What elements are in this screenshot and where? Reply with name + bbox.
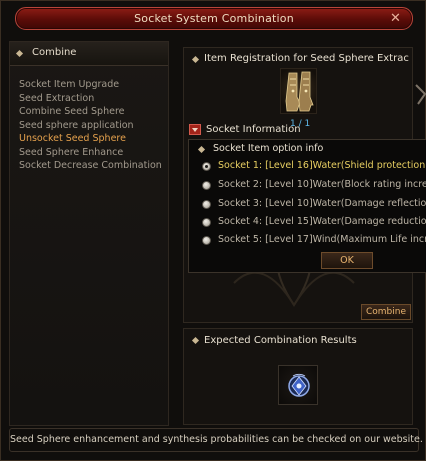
socket-info-toggle[interactable]	[189, 124, 201, 135]
combination-results-title: Expected Combination Results	[204, 335, 357, 346]
radio-button[interactable]	[202, 200, 211, 209]
menu-item-seed-extraction[interactable]: Seed Extraction	[19, 92, 162, 106]
combine-menu-header: Combine	[10, 42, 168, 66]
socket-option-label: Socket 1: [Level 16]Water(Shield protect…	[218, 160, 426, 171]
menu-item-seed-sphere-application[interactable]: Seed sphere application	[19, 119, 162, 133]
seed-sphere-icon	[288, 373, 310, 397]
scroll-arrow-icon	[415, 84, 426, 105]
menu-item-unsocket-seed-sphere[interactable]: Unsocket Seed Sphere	[19, 132, 162, 146]
combine-menu-panel: Combine Socket Item Upgrade Seed Extract…	[9, 41, 169, 426]
socket-option-label: Socket 3: [Level 10]Water(Damage reflect…	[218, 198, 426, 209]
menu-item-socket-item-upgrade[interactable]: Socket Item Upgrade	[19, 78, 162, 92]
socket-option-popup-title: Socket Item option info	[213, 143, 324, 154]
combine-menu-list: Socket Item Upgrade Seed Extraction Comb…	[19, 78, 162, 173]
boots-icon	[285, 71, 314, 112]
menu-item-socket-decrease-combination[interactable]: Socket Decrease Combination	[19, 159, 162, 173]
combination-results-panel: Expected Combination Results	[183, 328, 413, 425]
result-item-slot[interactable]	[278, 365, 318, 405]
socket-combination-window: Socket System Combination ✕ Combine Sock…	[0, 0, 426, 461]
socket-option-label: Socket 2: [Level 10]Water(Block rating i…	[218, 179, 426, 190]
menu-item-seed-sphere-enhance[interactable]: Seed Sphere Enhance	[19, 146, 162, 160]
socket-info-label: Socket Information	[206, 124, 301, 135]
radio-button[interactable]	[202, 181, 211, 190]
title-bar[interactable]: Socket System Combination ✕	[15, 7, 413, 30]
diamond-bullet-icon	[191, 55, 200, 64]
diamond-bullet-icon	[15, 49, 24, 58]
socket-option-label: Socket 5: [Level 17]Wind(Maximum Life in…	[218, 234, 426, 245]
diamond-bullet-icon	[191, 336, 200, 345]
radio-button[interactable]	[202, 162, 211, 171]
diamond-bullet-icon	[197, 145, 206, 154]
window-title: Socket System Combination	[134, 12, 294, 25]
combine-button[interactable]: Combine	[361, 304, 411, 320]
socket-option-label: Socket 4: [Level 15]Water(Damage reducti…	[218, 216, 426, 227]
close-button[interactable]: ✕	[387, 10, 404, 27]
info-footer: Seed Sphere enhancement and synthesis pr…	[9, 428, 423, 452]
socket-option-popup: Socket Item option info Socket 1: [Level…	[188, 139, 426, 273]
footer-text: Seed Sphere enhancement and synthesis pr…	[10, 434, 423, 445]
combine-menu-title: Combine	[32, 47, 77, 58]
menu-item-combine-seed-sphere[interactable]: Combine Seed Sphere	[19, 105, 162, 119]
ok-button[interactable]: OK	[321, 252, 373, 269]
item-registration-title: Item Registration for Seed Sphere Extrac	[204, 53, 409, 64]
close-icon: ✕	[390, 11, 401, 26]
radio-button[interactable]	[202, 218, 211, 227]
registered-item-slot[interactable]	[280, 68, 317, 114]
radio-button[interactable]	[202, 236, 211, 245]
